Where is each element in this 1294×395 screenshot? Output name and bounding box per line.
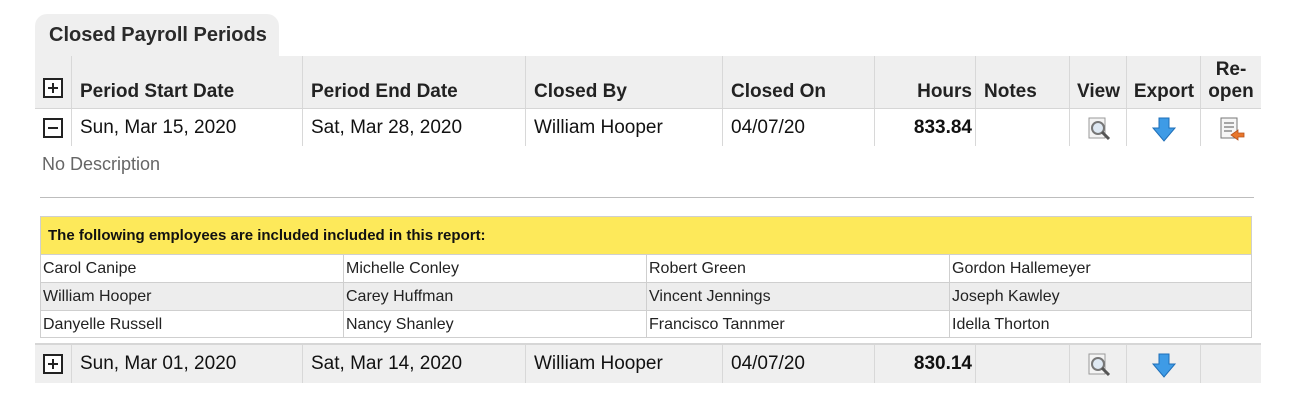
toggle-cell	[35, 109, 73, 146]
hours-cell: 833.84	[874, 109, 976, 146]
toggle-cell	[35, 345, 73, 383]
employee-name: Robert Green	[646, 255, 949, 282]
col-view-label: View	[1077, 81, 1120, 102]
hours-value: 833.84	[913, 117, 972, 138]
expand-icon[interactable]	[43, 354, 63, 374]
period-end-cell: Sat, Mar 28, 2020	[302, 109, 526, 146]
hours-value: 830.14	[913, 353, 972, 374]
col-notes-label: Notes	[984, 81, 1037, 102]
employee-row: Danyelle Russell Nancy Shanley Francisco…	[41, 310, 1251, 338]
col-period-start[interactable]: Period Start Date	[71, 56, 303, 108]
closed-on: 04/07/20	[731, 353, 805, 374]
employee-name: William Hooper	[43, 288, 152, 305]
view-cell	[1069, 345, 1127, 383]
closed-on-cell: 04/07/20	[722, 109, 875, 146]
col-export: Export	[1126, 56, 1201, 108]
table-row[interactable]: Sun, Mar 01, 2020 Sat, Mar 14, 2020 Will…	[35, 343, 1261, 383]
employee-name: Joseph Kawley	[949, 283, 1253, 310]
hours-cell: 830.14	[874, 345, 976, 383]
period-start: Sun, Mar 15, 2020	[80, 117, 237, 138]
reopen-cell	[1200, 345, 1261, 383]
closed-by: William Hooper	[534, 353, 663, 374]
col-period-end[interactable]: Period End Date	[302, 56, 526, 108]
employee-name: Francisco Tannmer	[646, 311, 949, 338]
notes-cell	[975, 345, 1070, 383]
employee-name: Nancy Shanley	[343, 311, 646, 338]
period-end-cell: Sat, Mar 14, 2020	[302, 345, 526, 383]
col-view: View	[1069, 56, 1127, 108]
employee-name: Gordon Hallemeyer	[949, 255, 1253, 282]
employee-name: Danyelle Russell	[43, 316, 163, 333]
col-period-start-label: Period Start Date	[80, 81, 235, 102]
view-report-icon[interactable]	[1086, 116, 1112, 142]
employee-name: Carol Canipe	[43, 260, 137, 277]
col-hours-label: Hours	[917, 81, 972, 102]
employee-list: The following employees are included inc…	[40, 216, 1252, 338]
col-reopen-label: Re-open	[1208, 59, 1254, 102]
closed-by-cell: William Hooper	[525, 345, 723, 383]
col-export-label: Export	[1133, 81, 1195, 102]
expand-all-cell	[35, 56, 73, 108]
col-reopen: Re-open	[1200, 56, 1261, 108]
closed-on-cell: 04/07/20	[722, 345, 875, 383]
employee-name: Michelle Conley	[343, 255, 646, 282]
employee-name: Idella Thorton	[949, 311, 1253, 338]
divider	[40, 197, 1254, 198]
employee-row: William Hooper Carey Huffman Vincent Jen…	[41, 282, 1251, 310]
collapse-icon[interactable]	[43, 118, 63, 138]
period-start: Sun, Mar 01, 2020	[80, 353, 237, 374]
employee-name: Vincent Jennings	[646, 283, 949, 310]
reopen-cell	[1200, 109, 1261, 146]
period-description: No Description	[42, 154, 161, 174]
col-closed-by-label: Closed By	[534, 81, 627, 102]
period-start-cell: Sun, Mar 01, 2020	[71, 345, 303, 383]
closed-payroll-periods-tab[interactable]: Closed Payroll Periods	[35, 14, 279, 56]
export-arrow-icon[interactable]	[1151, 116, 1177, 142]
notes-cell	[975, 109, 1070, 146]
col-closed-by[interactable]: Closed By	[525, 56, 723, 108]
col-hours[interactable]: Hours	[874, 56, 976, 108]
employee-row: Carol Canipe Michelle Conley Robert Gree…	[41, 254, 1251, 282]
period-start-cell: Sun, Mar 15, 2020	[71, 109, 303, 146]
closed-by-cell: William Hooper	[525, 109, 723, 146]
view-report-icon[interactable]	[1086, 352, 1112, 378]
table-header: Period Start Date Period End Date Closed…	[35, 56, 1261, 110]
reopen-document-icon[interactable]	[1218, 116, 1246, 142]
export-cell	[1126, 345, 1201, 383]
closed-by: William Hooper	[534, 117, 663, 138]
export-arrow-icon[interactable]	[1151, 352, 1177, 378]
table-row[interactable]: Sun, Mar 15, 2020 Sat, Mar 28, 2020 Will…	[35, 109, 1261, 146]
view-cell	[1069, 109, 1127, 146]
col-notes: Notes	[975, 56, 1070, 108]
tab-label: Closed Payroll Periods	[49, 24, 267, 46]
period-end: Sat, Mar 14, 2020	[311, 353, 463, 374]
expand-all-icon[interactable]	[43, 78, 63, 98]
col-closed-on-label: Closed On	[731, 81, 827, 102]
export-cell	[1126, 109, 1201, 146]
period-end: Sat, Mar 28, 2020	[311, 117, 463, 138]
employee-list-heading: The following employees are included inc…	[41, 217, 1251, 254]
closed-on: 04/07/20	[731, 117, 805, 138]
col-closed-on[interactable]: Closed On	[722, 56, 875, 108]
employee-name: Carey Huffman	[343, 283, 646, 310]
employee-list-heading-text: The following employees are included inc…	[48, 227, 486, 244]
col-period-end-label: Period End Date	[311, 81, 458, 102]
